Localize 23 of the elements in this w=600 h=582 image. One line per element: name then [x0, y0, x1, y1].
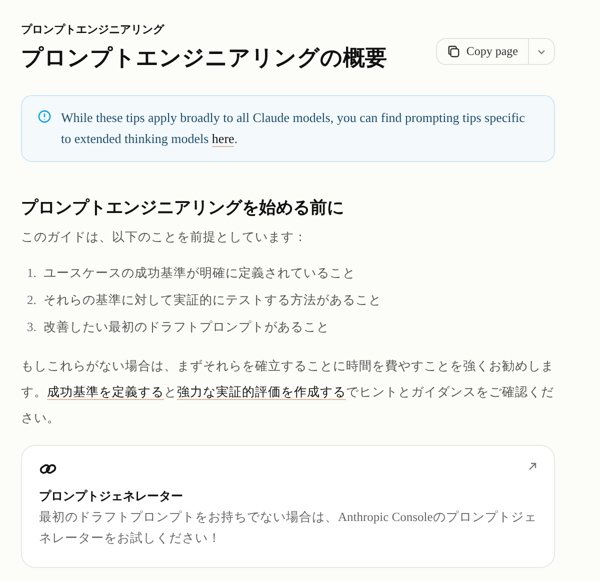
list-number: 2. [27, 292, 36, 309]
section-heading: プロンプトエンジニアリングを始める前に [21, 197, 345, 219]
list-item-text: 改善したい最初のドラフトプロンプトがあること [43, 319, 330, 336]
list-item-text: ユースケースの成功基準が明確に定義されていること [43, 265, 356, 282]
here-link[interactable]: here [212, 131, 234, 147]
prompt-generator-card[interactable]: プロンプトジェネレーター 最初のドラフトプロンプトをお持ちでない場合は、Anthropic Consoleのプロンプトジェネレーターをお試しください！ [21, 445, 555, 568]
list-number: 1. [27, 265, 36, 282]
external-arrow-icon [528, 462, 537, 471]
chevron-down-icon [537, 48, 546, 54]
list-item-text: それらの基準に対して実証的にテストする方法があること [43, 292, 382, 309]
guide-link[interactable]: 成功基準を定義する [47, 385, 164, 400]
card-title: プロンプトジェネレーター [39, 488, 184, 505]
list-number: 3. [27, 319, 36, 336]
recommendation-paragraph: もしこれらがない場合は、まずそれらを確立することに時間を費やすことを強くお勧めします。成功基準を定義する と 強力な実証的評価を作成するでヒントとガイダンスをご確認ください。 [21, 358, 555, 427]
intro-text: このガイドは、以下のことを前提としています： [21, 229, 308, 246]
link-icon [39, 462, 57, 476]
info-icon [38, 110, 51, 123]
callout-text: While these tips apply broadly to all Claude models, you can find prompting tips specific to extended thinking models here. [61, 109, 526, 149]
copy-icon [447, 45, 460, 58]
page-title: プロンプトエンジニアリングの概要 [21, 45, 387, 73]
breadcrumb: プロンプトエンジニアリング [21, 22, 166, 37]
guide-link[interactable]: 強力な実証的評価を作成する [177, 385, 346, 400]
card-description: 最初のドラフトプロンプトをお持ちでない場合は、Anthropic Consoleのプロンプトジェネレーターをお試しください！ [39, 509, 537, 547]
